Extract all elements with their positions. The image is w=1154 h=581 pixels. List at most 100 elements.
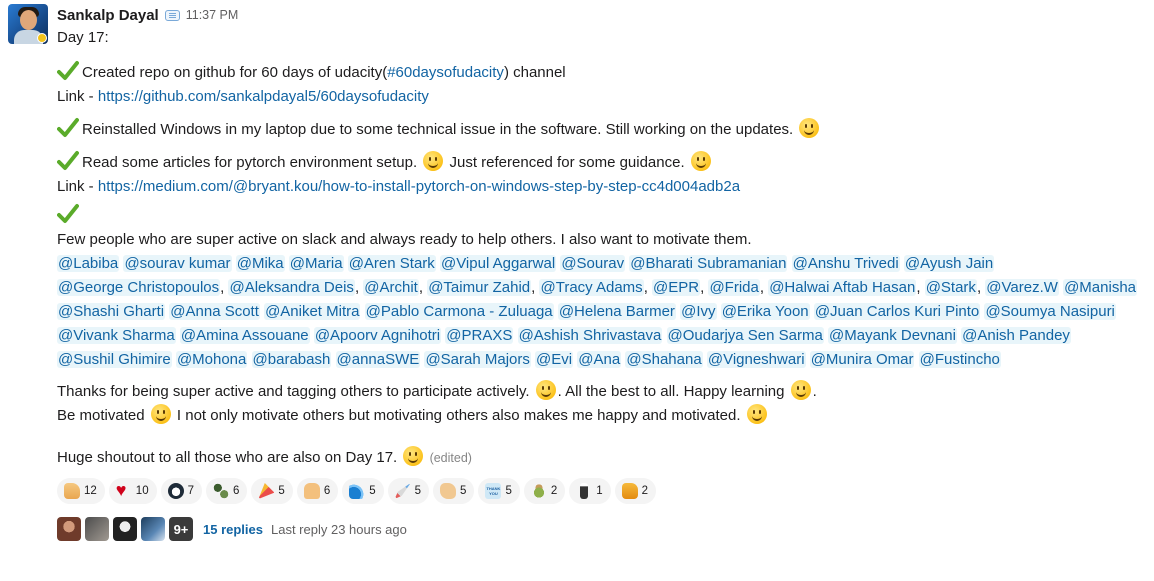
user-mention[interactable]: @Sarah Majors [424, 351, 531, 368]
user-mention[interactable]: @Juan Carlos Kuri Pinto [813, 303, 981, 320]
user-mention[interactable]: @Bharati Subramanian [629, 255, 788, 272]
smiley-icon [150, 404, 171, 424]
user-mention[interactable]: @barabash [251, 351, 332, 368]
reaction-count: 6 [323, 485, 331, 497]
user-mention[interactable]: @Amina Assouane [179, 327, 310, 344]
user-mention[interactable]: @Ayush Jain [903, 255, 995, 272]
reaction-count: 2 [641, 485, 649, 497]
reaction-pill[interactable]: 5 [478, 478, 520, 504]
item2-text: Reinstalled Windows in my laptop due to … [82, 121, 794, 138]
user-mention[interactable]: @Vivank Sharma [57, 327, 176, 344]
reaction-count: 2 [550, 485, 558, 497]
user-mention[interactable]: @Halwai Aftab Hasan [768, 279, 917, 296]
reactions-bar: 121076565555212 [57, 478, 1149, 504]
user-mention[interactable]: @Aniket Mitra [264, 303, 361, 320]
user-mention[interactable]: @Ashish Shrivastava [517, 327, 663, 344]
user-mention[interactable]: @Munira Omar [809, 351, 915, 368]
user-mention[interactable]: @Archit [363, 279, 419, 296]
user-mention[interactable]: @Vigneshwari [706, 351, 806, 368]
user-mention[interactable]: @Labiba [57, 255, 120, 272]
reaction-pill[interactable]: 2 [523, 478, 566, 504]
reaction-count: 10 [135, 485, 149, 497]
user-mention[interactable]: @Manisha [1063, 279, 1138, 296]
user-mention[interactable]: @Evi [535, 351, 574, 368]
user-mention[interactable]: @Sourav [560, 255, 626, 272]
reaction-pill[interactable]: 10 [108, 478, 157, 504]
user-mention[interactable]: @Aren Stark [347, 255, 436, 272]
user-mention[interactable]: @Mohona [175, 351, 248, 368]
user-mention[interactable]: @Mayank Devnani [828, 327, 957, 344]
user-mention[interactable]: @Frida [708, 279, 760, 296]
user-mention[interactable]: @Oudarjya Sen Sarma [666, 327, 824, 344]
shoutout-line: Huge shoutout to all those who are also … [57, 446, 1149, 470]
item-pytorch-articles: Read some articles for pytorch environme… [57, 150, 1149, 175]
user-mention[interactable]: @EPR [652, 279, 701, 296]
link-label: Link - [57, 88, 98, 105]
check-icon [57, 204, 79, 223]
user-mention[interactable]: @Fustincho [918, 351, 1001, 368]
thanks-text-a: Thanks for being super active and taggin… [57, 383, 530, 400]
user-mention[interactable]: @Mika [235, 255, 285, 272]
github-link[interactable]: https://github.com/sankalpdayal5/60dayso… [98, 88, 429, 105]
user-mention[interactable]: @Soumya Nasipuri [984, 303, 1116, 320]
reaction-pill[interactable]: 5 [342, 478, 384, 504]
status-badge [37, 33, 47, 43]
user-mention[interactable]: @sourav kumar [123, 255, 232, 272]
reaction-pill[interactable]: 5 [251, 478, 293, 504]
reaction-pill[interactable]: 5 [387, 478, 430, 504]
user-mention[interactable]: @George Christopoulos [57, 279, 221, 296]
smiley-icon [799, 118, 820, 138]
user-mention[interactable]: @Tracy Adams [539, 279, 644, 296]
user-mention[interactable]: @Varez.W [985, 279, 1059, 296]
check-icon [57, 118, 79, 137]
thank-you-icon [485, 483, 502, 499]
rocket-icon [394, 483, 411, 499]
user-mention[interactable]: @Anshu Trivedi [791, 255, 900, 272]
item1-text-before: Created repo on github for 60 days of ud… [82, 64, 388, 81]
reaction-count: 5 [505, 485, 512, 497]
user-mention[interactable]: @Ana [577, 351, 622, 368]
user-mention[interactable]: @Stark [924, 279, 977, 296]
user-mention[interactable]: @Helena Barmer [557, 303, 676, 320]
channel-hashtag[interactable]: #60daysofudacity [387, 64, 504, 81]
motivated-text-b: I not only motivate others but motivatin… [176, 407, 741, 424]
thread-summary[interactable]: 9+ 15 replies Last reply 23 hours ago [57, 516, 1149, 542]
reaction-pill[interactable]: 5 [433, 478, 475, 504]
author-avatar[interactable] [8, 4, 48, 44]
user-mention[interactable]: @PRAXS [445, 327, 514, 344]
reaction-pill[interactable]: 6 [296, 478, 339, 504]
user-mention[interactable]: @Sushil Ghimire [57, 351, 172, 368]
user-mention[interactable]: @Pablo Carmona - Zuluaga [364, 303, 554, 320]
user-mention[interactable]: @Vipul Aggarwal [439, 255, 557, 272]
day-title-text: Day 17 [57, 29, 105, 46]
replies-link[interactable]: 15 replies [203, 522, 263, 537]
mentions-block: @Labiba @sourav kumar @Mika @Maria @Aren… [57, 255, 1138, 368]
user-mention[interactable]: @Aleksandra Deis [228, 279, 355, 296]
reply-avatar [113, 517, 137, 541]
medium-link[interactable]: https://medium.com/@bryant.kou/how-to-in… [98, 178, 740, 195]
user-mention[interactable]: @Apoorv Agnihotri [313, 327, 442, 344]
timestamp[interactable]: 11:37 PM [186, 8, 239, 22]
clap-icon [440, 483, 457, 499]
message: Sankalp Dayal 11:37 PM Day 17: Created r… [0, 0, 1154, 581]
item-github-repo: Created repo on github for 60 days of ud… [57, 60, 1149, 85]
reaction-pill[interactable]: 12 [57, 478, 105, 504]
author-name[interactable]: Sankalp Dayal [57, 7, 159, 24]
user-mention[interactable]: @Shahana [625, 351, 703, 368]
user-mention[interactable]: @annaSWE [335, 351, 421, 368]
thanks-text-b: . All the best to all. Happy learning [557, 383, 785, 400]
user-mention[interactable]: @Shashi Gharti [57, 303, 166, 320]
reaction-pill[interactable]: 6 [206, 478, 248, 504]
user-mention[interactable]: @Taimur Zahid [427, 279, 532, 296]
user-mention[interactable]: @Anish Pandey [961, 327, 1071, 344]
reaction-count: 1 [596, 485, 603, 497]
reaction-pill[interactable]: 7 [160, 478, 202, 504]
user-mention[interactable]: @Erika Yoon [720, 303, 810, 320]
user-mention[interactable]: @Anna Scott [169, 303, 260, 320]
speech-balloon-icon [164, 10, 180, 21]
user-mention[interactable]: @Ivy [680, 303, 717, 320]
item1-link-line: Link - https://github.com/sankalpdayal5/… [57, 85, 1149, 109]
user-mention[interactable]: @Maria [288, 255, 344, 272]
reaction-pill[interactable]: 1 [569, 478, 611, 504]
reaction-pill[interactable]: 2 [614, 478, 657, 504]
